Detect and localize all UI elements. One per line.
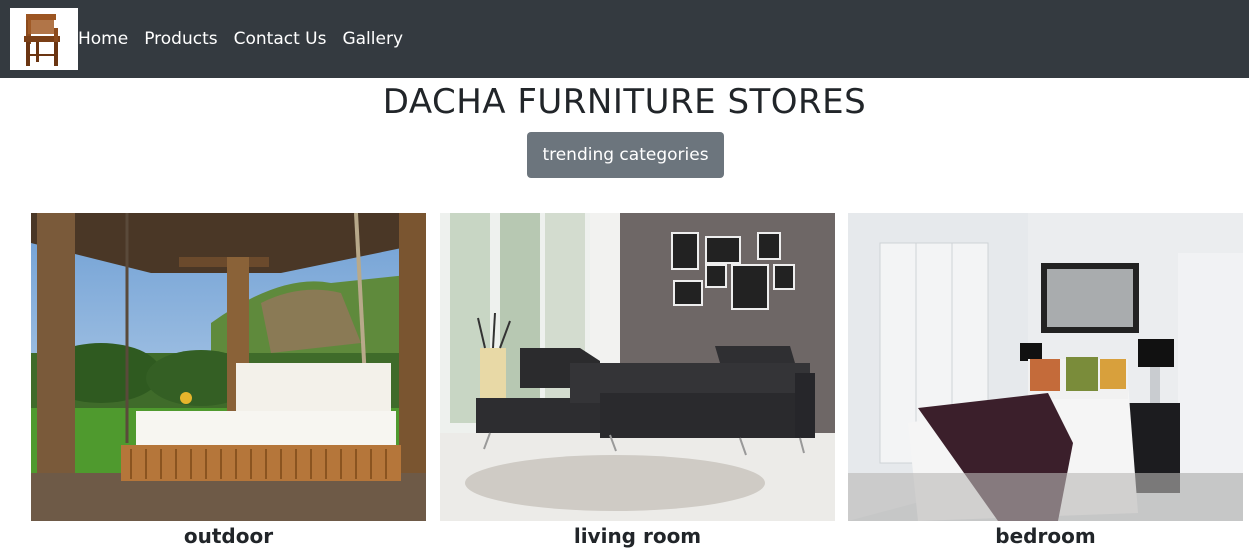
nav-links: Home Products Contact Us Gallery <box>78 26 419 52</box>
category-card-outdoor[interactable]: outdoor <box>31 213 426 548</box>
nav-gallery[interactable]: Gallery <box>342 26 403 52</box>
brand-logo[interactable] <box>10 8 78 70</box>
category-label-outdoor[interactable]: outdoor <box>31 524 426 548</box>
category-label-living-room[interactable]: living room <box>440 524 835 548</box>
category-card-bedroom[interactable]: bedroom <box>848 213 1243 548</box>
trending-categories-button[interactable]: trending categories <box>527 132 724 178</box>
bedroom-image[interactable] <box>848 213 1243 521</box>
nav-home[interactable]: Home <box>78 26 128 52</box>
outdoor-image[interactable] <box>31 213 426 521</box>
category-card-living-room[interactable]: living room <box>440 213 835 548</box>
living-room-image[interactable] <box>440 213 835 521</box>
category-label-bedroom[interactable]: bedroom <box>848 524 1243 548</box>
navbar: Home Products Contact Us Gallery <box>0 0 1249 78</box>
page-title: DACHA FURNITURE STORES <box>382 82 867 122</box>
nav-contact-us[interactable]: Contact Us <box>234 26 327 52</box>
nav-products[interactable]: Products <box>144 26 217 52</box>
chair-icon <box>24 14 60 66</box>
